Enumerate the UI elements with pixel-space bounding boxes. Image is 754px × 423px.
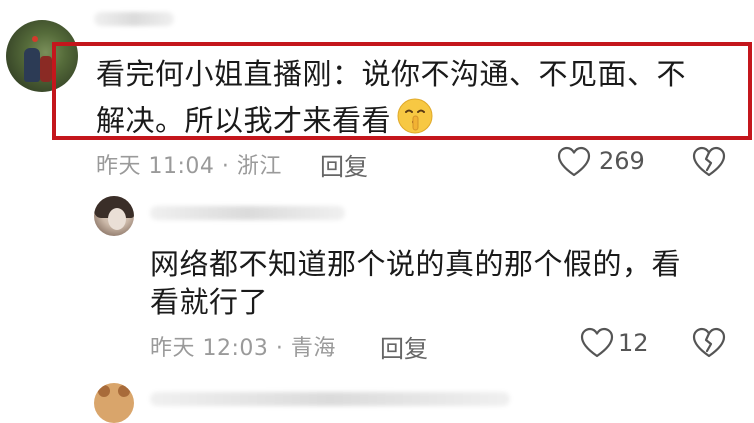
avatar-detail bbox=[24, 48, 40, 82]
like-count: 12 bbox=[618, 329, 649, 357]
reply-button[interactable]: 回复 bbox=[380, 329, 428, 364]
like-button[interactable] bbox=[557, 146, 591, 182]
comment-text: 解决。所以我才来看看 bbox=[96, 103, 392, 138]
reply-button[interactable]: 回复 bbox=[320, 147, 368, 182]
avatar-detail bbox=[40, 56, 52, 82]
comment-meta: 昨天 12:03 · 青海 bbox=[150, 330, 336, 362]
avatar[interactable] bbox=[94, 383, 134, 423]
meta-separator: · bbox=[221, 154, 230, 179]
avatar-detail bbox=[108, 208, 126, 230]
comment-time: 昨天 11:04 bbox=[96, 154, 215, 179]
broken-heart-icon bbox=[692, 146, 726, 177]
dislike-button[interactable] bbox=[692, 146, 726, 182]
comment-meta: 昨天 11:04 · 浙江 bbox=[96, 148, 282, 180]
comment-location: 青海 bbox=[290, 336, 336, 361]
heart-outline-icon bbox=[580, 327, 614, 358]
heart-outline-icon bbox=[557, 146, 591, 177]
dislike-button[interactable] bbox=[692, 327, 726, 363]
avatar[interactable] bbox=[94, 196, 134, 236]
comment-time: 昨天 12:03 bbox=[150, 336, 269, 361]
username-blurred[interactable] bbox=[150, 392, 510, 406]
comment-text-line: 看就行了 bbox=[150, 285, 269, 319]
shushing-face-emoji-icon bbox=[395, 96, 435, 149]
comment-location: 浙江 bbox=[236, 154, 282, 179]
like-count: 269 bbox=[599, 147, 645, 175]
avatar-detail bbox=[98, 385, 110, 397]
avatar-detail bbox=[32, 36, 38, 42]
broken-heart-icon bbox=[692, 327, 726, 358]
username-blurred[interactable] bbox=[94, 12, 174, 26]
comment-text-line-with-emoji: 解决。所以我才来看看 bbox=[96, 96, 435, 149]
comment-text-line: 看完何小姐直播刚：说你不沟通、不见面、不 bbox=[96, 57, 687, 91]
username-blurred[interactable] bbox=[150, 206, 345, 220]
like-button[interactable] bbox=[580, 327, 614, 363]
avatar-detail bbox=[118, 385, 130, 397]
meta-separator: · bbox=[275, 336, 284, 361]
